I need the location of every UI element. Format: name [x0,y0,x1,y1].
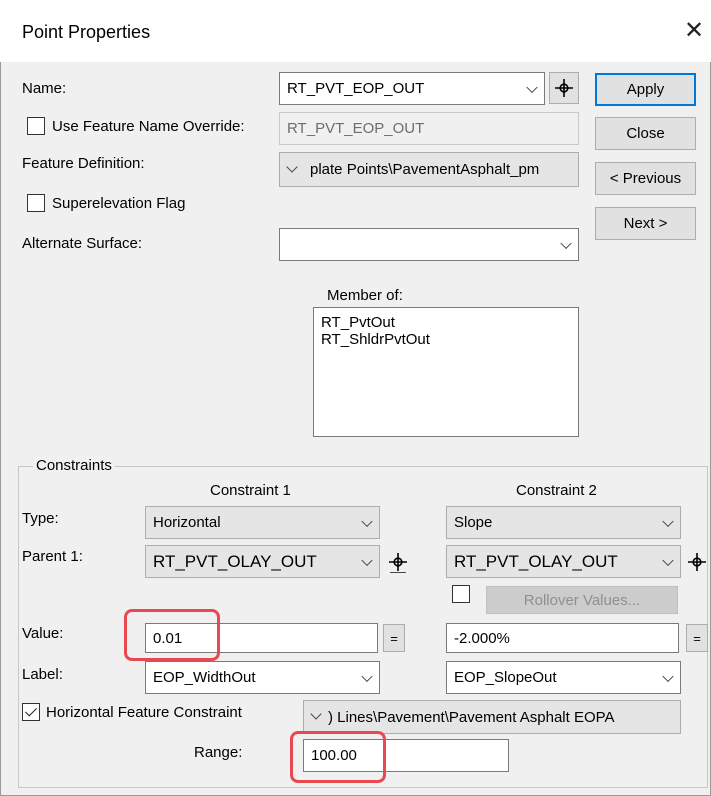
feature-definition-label: Feature Definition: [22,155,145,172]
constraint1-parent1-pick-button[interactable] [383,547,413,577]
title-bar: Point Properties ✕ [0,0,711,62]
name-pick-button[interactable] [549,72,579,104]
next-button[interactable]: Next > [595,207,696,240]
chevron-down-icon [560,237,572,249]
previous-button[interactable]: < Previous [595,162,696,195]
superelevation-checkbox[interactable] [27,194,45,212]
constraint2-type-combo[interactable]: Slope [446,506,681,539]
constraint2-type-value: Slope [454,514,493,531]
type-label: Type: [22,510,59,527]
constraint1-equals-button[interactable]: = [383,624,405,652]
override-name-field[interactable]: RT_PVT_EOP_OUT [279,112,579,145]
crosshair-pick-icon [389,553,407,573]
rollover-checkbox[interactable] [452,585,470,603]
constraints-group-label: Constraints [33,457,115,474]
parent1-label: Parent 1: [22,548,83,565]
close-icon[interactable]: ✕ [680,16,708,46]
crosshair-pick-icon [688,553,706,571]
rollover-values-button[interactable]: Rollover Values... [486,586,678,614]
crosshair-pick-icon [555,79,573,97]
chevron-down-icon [310,708,322,720]
constraint1-parent1-combo[interactable]: RT_PVT_OLAY_OUT [145,545,380,578]
constraint1-parent1-value: RT_PVT_OLAY_OUT [153,551,317,571]
list-item[interactable]: RT_PvtOut [314,314,578,331]
constraint2-value-field[interactable]: -2.000% [446,623,679,653]
close-button[interactable]: Close [595,117,696,150]
constraint2-header: Constraint 2 [516,482,597,499]
chevron-down-icon [526,81,538,93]
constraint1-type-combo[interactable]: Horizontal [145,506,380,539]
horizontal-feature-label: Horizontal Feature Constraint [46,704,242,721]
constraint2-parent1-combo[interactable]: RT_PVT_OLAY_OUT [446,545,681,578]
range-label: Range: [194,744,243,761]
constraint1-header: Constraint 1 [210,482,291,499]
chevron-down-icon [662,515,674,527]
list-item[interactable]: RT_ShldrPvtOut [314,331,578,348]
horizontal-feature-combo[interactable]: ) Lines\Pavement\Pavement Asphalt EOPA [303,700,681,734]
chevron-down-icon [662,670,674,682]
value-highlight [124,609,220,661]
member-of-list[interactable]: RT_PvtOut RT_ShldrPvtOut [313,307,579,437]
alternate-surface-label: Alternate Surface: [22,235,143,252]
member-of-label: Member of: [327,287,403,304]
chevron-down-icon [361,554,373,566]
feature-definition-value: plate Points\PavementAsphalt_pm [310,161,540,178]
constraint2-label-combo[interactable]: EOP_SlopeOut [446,661,681,694]
value-label: Value: [22,625,64,642]
constraint1-label-combo[interactable]: EOP_WidthOut [145,661,380,694]
override-label: Use Feature Name Override: [52,118,245,135]
superelevation-label: Superelevation Flag [52,195,186,212]
label-label: Label: [22,666,63,683]
constraint2-parent1-value: RT_PVT_OLAY_OUT [454,551,618,571]
feature-definition-combo[interactable]: plate Points\PavementAsphalt_pm [279,152,579,187]
horizontal-feature-value: ) Lines\Pavement\Pavement Asphalt EOPA [328,708,615,726]
apply-button[interactable]: Apply [595,73,696,106]
constraint2-equals-button[interactable]: = [686,624,708,652]
horizontal-feature-checkbox[interactable] [22,703,40,721]
constraint2-label-value: EOP_SlopeOut [454,669,557,686]
chevron-down-icon [662,554,674,566]
name-combo[interactable]: RT_PVT_EOP_OUT [279,72,545,105]
name-label: Name: [22,80,67,97]
chevron-down-icon [361,670,373,682]
name-value: RT_PVT_EOP_OUT [287,80,425,97]
dialog-title: Point Properties [22,22,151,42]
constraint1-label-value: EOP_WidthOut [153,669,256,686]
chevron-down-icon [361,515,373,527]
override-checkbox[interactable] [27,117,45,135]
range-highlight [290,731,386,783]
chevron-down-icon [286,160,298,173]
constraint1-type-value: Horizontal [153,514,221,531]
alternate-surface-combo[interactable] [279,228,579,261]
constraint2-parent1-pick-button[interactable] [684,547,710,577]
